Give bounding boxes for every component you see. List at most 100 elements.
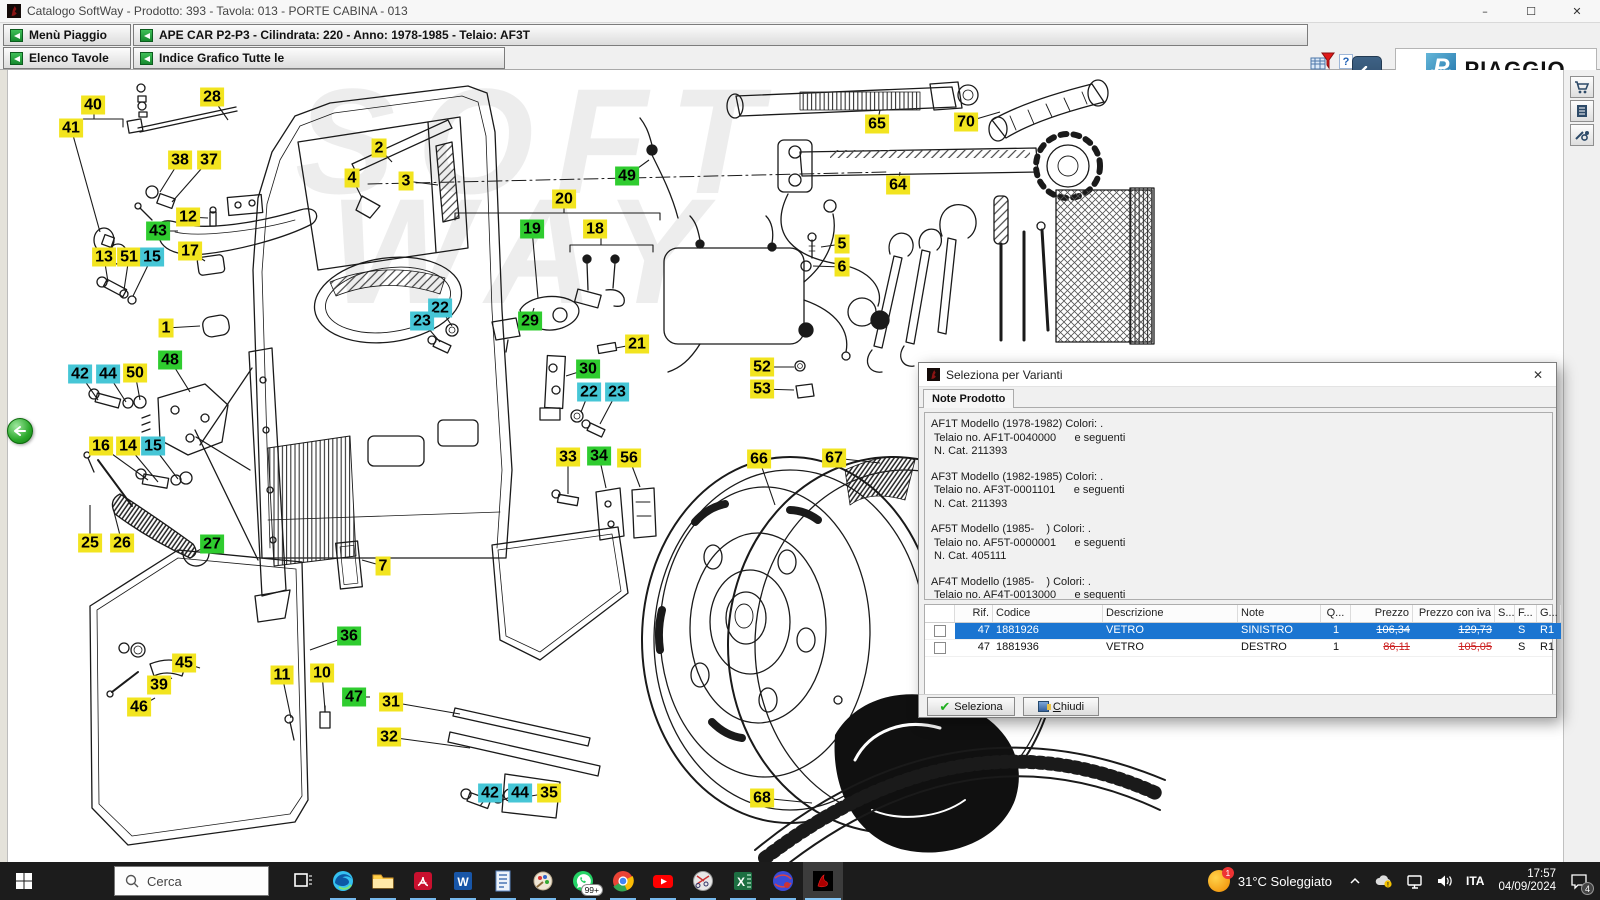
dialog-title-bar[interactable]: Seleziona per Varianti ✕ xyxy=(919,363,1556,387)
cart-button[interactable] xyxy=(1570,76,1594,98)
part-label-4[interactable]: 4 xyxy=(345,169,360,188)
part-label-21[interactable]: 21 xyxy=(625,335,649,354)
part-label-10[interactable]: 10 xyxy=(310,664,334,683)
volume-icon[interactable] xyxy=(1430,862,1460,900)
part-label-37[interactable]: 37 xyxy=(197,151,221,170)
part-label-18[interactable]: 18 xyxy=(583,220,607,239)
part-label-11[interactable]: 11 xyxy=(271,666,294,685)
part-label-16[interactable]: 16 xyxy=(89,437,113,456)
part-label-29[interactable]: 29 xyxy=(518,312,542,331)
part-label-53[interactable]: 53 xyxy=(750,380,774,399)
part-label-52[interactable]: 52 xyxy=(750,358,774,377)
part-label-15[interactable]: 15 xyxy=(140,248,164,267)
part-label-43[interactable]: 43 xyxy=(146,222,170,241)
part-label-22[interactable]: 22 xyxy=(577,383,601,402)
part-label-42[interactable]: 42 xyxy=(68,365,92,384)
taskbar-app-task-view[interactable] xyxy=(283,862,323,900)
part-label-47[interactable]: 47 xyxy=(342,688,366,707)
part-label-23[interactable]: 23 xyxy=(605,383,629,402)
part-label-68[interactable]: 68 xyxy=(750,789,774,808)
taskbar-app-acrobat[interactable] xyxy=(403,862,443,900)
green-back-nav-button[interactable] xyxy=(7,418,33,444)
part-label-23[interactable]: 23 xyxy=(410,312,434,331)
notification-center-button[interactable]: 4 xyxy=(1564,862,1600,900)
part-label-5[interactable]: 5 xyxy=(835,235,850,254)
part-label-66[interactable]: 66 xyxy=(747,450,771,469)
table-row[interactable]: 471881926VETROSINISTRO1106,34129,73SR1 xyxy=(925,623,1552,640)
part-label-32[interactable]: 32 xyxy=(377,728,401,747)
part-label-28[interactable]: 28 xyxy=(200,88,224,107)
taskbar-app-word[interactable]: W xyxy=(443,862,483,900)
part-label-67[interactable]: 67 xyxy=(822,449,846,468)
part-label-30[interactable]: 30 xyxy=(576,360,600,379)
part-label-48[interactable]: 48 xyxy=(158,351,182,370)
part-label-14[interactable]: 14 xyxy=(116,437,140,456)
taskbar-app-youtube[interactable] xyxy=(643,862,683,900)
part-label-41[interactable]: 41 xyxy=(59,119,83,138)
row-checkbox[interactable] xyxy=(934,625,946,637)
document-list-button[interactable] xyxy=(1570,100,1594,122)
taskbar-app-file-explorer[interactable] xyxy=(363,862,403,900)
chiudi-button[interactable]: Chiudi xyxy=(1023,697,1099,716)
cell-des: VETRO xyxy=(1103,640,1238,656)
taskbar-app-notes-app[interactable] xyxy=(483,862,523,900)
language-indicator[interactable]: ITA xyxy=(1460,862,1490,900)
part-label-50[interactable]: 50 xyxy=(123,364,147,383)
part-label-19[interactable]: 19 xyxy=(520,220,544,239)
clock[interactable]: 17:57 04/09/2024 xyxy=(1490,868,1564,894)
cell-des: VETRO xyxy=(1103,623,1238,639)
taskbar-app-edge[interactable] xyxy=(323,862,363,900)
weather-widget[interactable]: 1 31°C Soleggiato xyxy=(1198,862,1342,900)
part-label-42[interactable]: 42 xyxy=(478,784,502,803)
part-label-70[interactable]: 70 xyxy=(954,113,978,132)
part-label-38[interactable]: 38 xyxy=(168,151,192,170)
part-label-33[interactable]: 33 xyxy=(556,448,580,467)
part-label-64[interactable]: 64 xyxy=(886,176,910,195)
part-label-44[interactable]: 44 xyxy=(508,784,532,803)
part-label-12[interactable]: 12 xyxy=(176,208,200,227)
taskbar-app-chrome[interactable] xyxy=(603,862,643,900)
tray-chevron-icon[interactable] xyxy=(1342,862,1368,900)
network-icon[interactable] xyxy=(1400,862,1430,900)
dialog-close-button[interactable]: ✕ xyxy=(1524,365,1552,385)
tab-note-prodotto[interactable]: Note Prodotto xyxy=(923,389,1014,408)
part-label-17[interactable]: 17 xyxy=(178,242,202,261)
part-label-45[interactable]: 45 xyxy=(172,654,196,673)
part-label-2[interactable]: 2 xyxy=(372,139,387,158)
part-label-31[interactable]: 31 xyxy=(379,693,403,712)
part-label-6[interactable]: 6 xyxy=(835,258,850,277)
taskbar-app-excel[interactable]: X xyxy=(723,862,763,900)
part-label-44[interactable]: 44 xyxy=(96,365,120,384)
taskbar-app-whatsapp[interactable]: 99+ xyxy=(563,862,603,900)
part-label-26[interactable]: 26 xyxy=(110,534,134,553)
part-label-36[interactable]: 36 xyxy=(337,627,361,646)
part-label-49[interactable]: 49 xyxy=(615,167,639,186)
part-label-27[interactable]: 27 xyxy=(200,535,224,554)
start-button[interactable] xyxy=(0,862,48,900)
taskbar-app-catalogo-softway[interactable] xyxy=(803,862,843,900)
part-label-40[interactable]: 40 xyxy=(81,96,105,115)
part-label-65[interactable]: 65 xyxy=(865,115,889,134)
part-label-20[interactable]: 20 xyxy=(552,190,576,209)
taskbar-app-app-sphere[interactable] xyxy=(763,862,803,900)
part-label-51[interactable]: 51 xyxy=(117,248,141,267)
part-label-34[interactable]: 34 xyxy=(587,447,611,466)
taskbar-app-snipping[interactable] xyxy=(683,862,723,900)
part-label-46[interactable]: 46 xyxy=(127,698,151,717)
part-label-3[interactable]: 3 xyxy=(399,172,414,191)
part-label-56[interactable]: 56 xyxy=(617,449,641,468)
part-label-13[interactable]: 13 xyxy=(92,248,116,267)
tools-button[interactable] xyxy=(1570,124,1594,146)
onedrive-icon[interactable]: ! xyxy=(1368,862,1400,900)
part-label-15[interactable]: 15 xyxy=(141,437,165,456)
part-label-39[interactable]: 39 xyxy=(147,676,171,695)
part-label-35[interactable]: 35 xyxy=(537,784,561,803)
taskbar-app-paint[interactable] xyxy=(523,862,563,900)
seleziona-button[interactable]: ✔ Seleziona xyxy=(927,697,1015,716)
search-input[interactable]: Cerca xyxy=(114,866,269,896)
table-row[interactable]: 471881936VETRODESTRO186,11105,05SR1 xyxy=(925,640,1552,657)
part-label-1[interactable]: 1 xyxy=(159,319,174,338)
row-checkbox[interactable] xyxy=(934,642,946,654)
part-label-7[interactable]: 7 xyxy=(376,557,391,576)
part-label-25[interactable]: 25 xyxy=(78,534,102,553)
